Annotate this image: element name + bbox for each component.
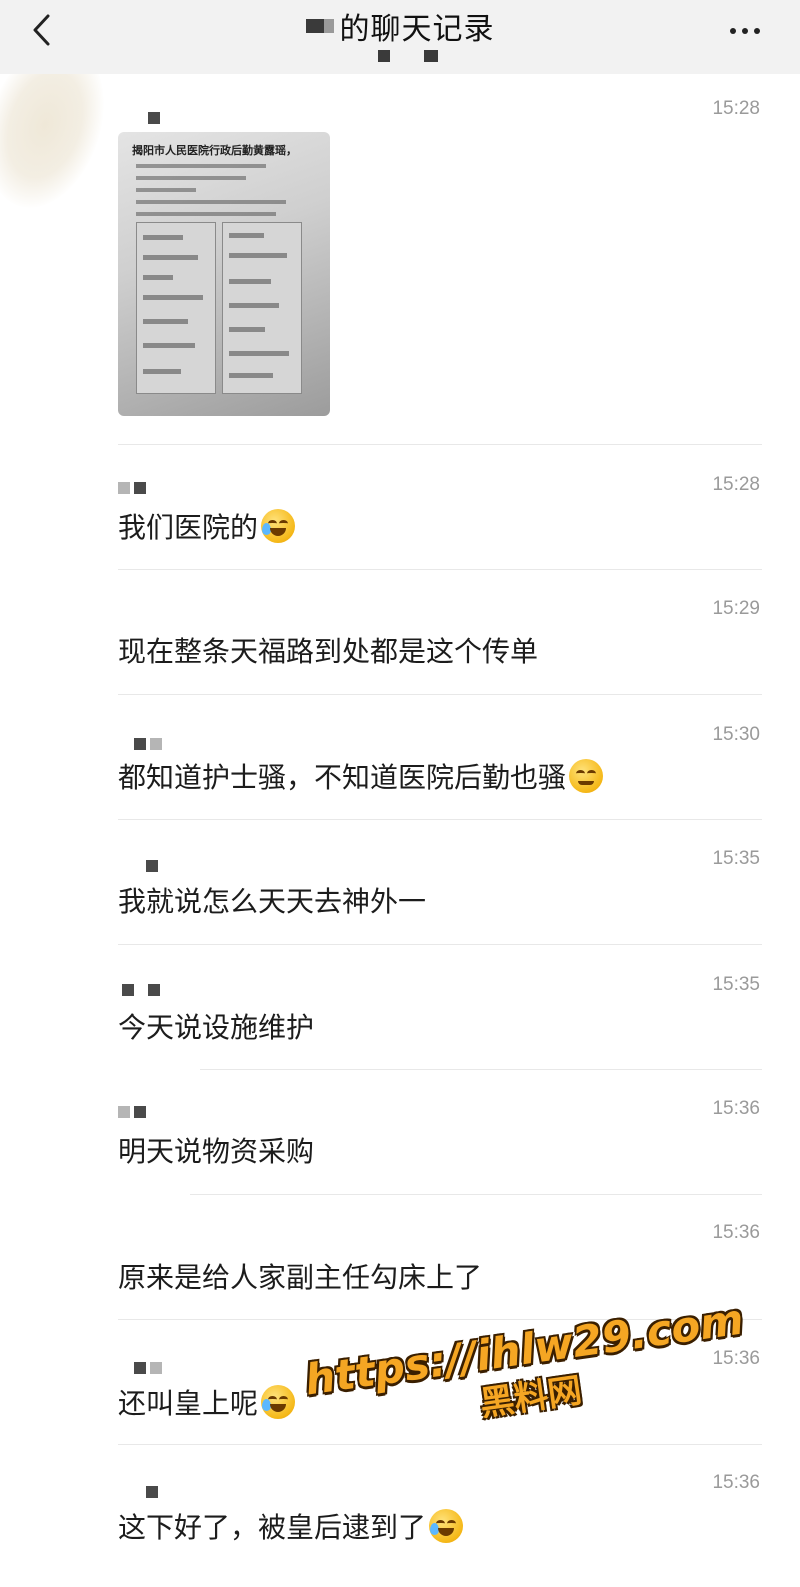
redacted-name xyxy=(323,19,334,33)
message-item: 15:35 今天说设施维护 xyxy=(118,974,762,1064)
message-time: 15:29 xyxy=(712,598,760,619)
message-time: 15:35 xyxy=(712,848,760,869)
message-time: 15:36 xyxy=(712,1222,760,1243)
message-text: 我们医院的 xyxy=(118,506,296,546)
message-item: 15:29 现在整条天福路到处都是这个传单 xyxy=(118,598,762,688)
redacted-sender xyxy=(134,738,162,750)
message-item: 15:28 揭阳市人民医院行政后勤黄露瑶， xyxy=(118,98,762,438)
redacted-sender xyxy=(148,112,160,124)
laugh-cry-emoji-icon xyxy=(429,1509,464,1543)
divider xyxy=(118,444,762,445)
photo-caption: 揭阳市人民医院行政后勤黄露瑶， xyxy=(132,144,297,157)
message-text: 我就说怎么天天去神外一 xyxy=(118,885,427,918)
message-time: 15:36 xyxy=(712,1472,760,1493)
header-title-group: 的聊天记录 xyxy=(0,4,800,48)
redacted-sender xyxy=(134,1362,162,1374)
more-dots-icon xyxy=(730,28,736,34)
chat-history-header: 的聊天记录 xyxy=(0,0,800,74)
message-text: 还叫皇上呢 xyxy=(118,1382,296,1422)
page-title: 的聊天记录 xyxy=(305,4,495,48)
divider xyxy=(118,819,762,820)
redacted-sender xyxy=(146,1486,158,1498)
message-item: 15:28 我们医院的 xyxy=(118,474,762,564)
divider xyxy=(200,1069,762,1070)
laugh-cry-emoji-icon xyxy=(261,509,296,543)
redacted-sender xyxy=(146,860,158,872)
message-text: 现在整条天福路到处都是这个传单 xyxy=(118,635,539,668)
redacted-sender xyxy=(118,1106,146,1118)
message-time: 15:30 xyxy=(712,724,760,745)
redacted-subtitle xyxy=(378,50,438,62)
message-text: 明天说物资采购 xyxy=(118,1135,315,1168)
message-time: 15:28 xyxy=(712,98,760,119)
redacted-name xyxy=(305,19,324,33)
laugh-cry-emoji-icon xyxy=(261,1385,296,1419)
divider xyxy=(118,1444,762,1445)
message-time: 15:35 xyxy=(712,974,760,995)
title-text: 的聊天记录 xyxy=(339,12,495,47)
divider xyxy=(118,944,762,945)
flyer-photo[interactable]: 揭阳市人民医院行政后勤黄露瑶， xyxy=(118,132,330,416)
divider xyxy=(118,569,762,570)
message-item: 15:36 这下好了，被皇后逮到了 xyxy=(118,1472,762,1572)
message-text: 这下好了，被皇后逮到了 xyxy=(118,1506,464,1546)
message-text: 原来是给人家副主任勾床上了 xyxy=(118,1261,483,1294)
message-item: 15:35 我就说怎么天天去神外一 xyxy=(118,848,762,938)
divider xyxy=(190,1194,762,1195)
more-button[interactable] xyxy=(730,28,760,34)
message-item: 15:30 都知道护士骚，不知道医院后勤也骚 xyxy=(118,724,762,814)
message-item: 15:36 明天说物资采购 xyxy=(118,1098,762,1188)
redacted-sender xyxy=(122,984,160,996)
redacted-sender xyxy=(118,482,146,494)
message-time: 15:36 xyxy=(712,1098,760,1119)
message-text: 今天说设施维护 xyxy=(118,1011,315,1044)
message-text: 都知道护士骚，不知道医院后勤也骚 xyxy=(118,756,604,796)
message-time: 15:28 xyxy=(712,474,760,495)
divider xyxy=(118,694,762,695)
smirk-emoji-icon xyxy=(569,759,604,793)
message-item: 15:36 原来是给人家副主任勾床上了 xyxy=(118,1222,762,1312)
